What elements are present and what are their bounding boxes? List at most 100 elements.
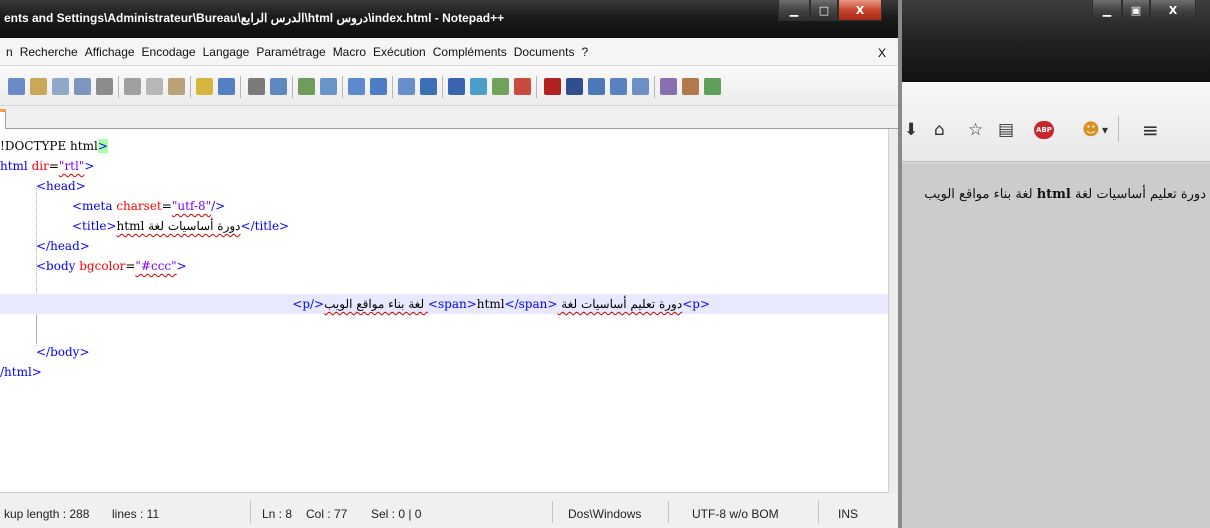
vertical-scrollbar[interactable] bbox=[888, 129, 898, 493]
toolbar-separator bbox=[118, 76, 119, 98]
toolbar-separator bbox=[190, 76, 191, 98]
paragraph-text-first: دورة تعليم أساسيات لغة bbox=[1070, 187, 1206, 202]
save-all-icon[interactable] bbox=[74, 78, 91, 95]
status-eol: Dos\Windows bbox=[568, 507, 642, 521]
meta-tag: <meta bbox=[72, 199, 113, 213]
word-wrap-icon[interactable] bbox=[398, 78, 415, 95]
cut-icon[interactable] bbox=[124, 78, 141, 95]
menu-item-3[interactable]: Encodage bbox=[142, 45, 196, 59]
paragraph-text-second: لغة بناء مواقع الويب bbox=[924, 187, 1037, 202]
tab-index-html[interactable] bbox=[0, 109, 6, 129]
spell-check-icon[interactable] bbox=[660, 78, 677, 95]
spell-options-icon[interactable] bbox=[682, 78, 699, 95]
stop-macro-icon[interactable] bbox=[566, 78, 583, 95]
menu-item-0[interactable]: n bbox=[6, 45, 13, 59]
run-macro-multiple-icon[interactable] bbox=[610, 78, 627, 95]
code-editor[interactable]: !DOCTYPE html> html dir="rtl"> <head> <m… bbox=[0, 129, 888, 493]
hamburger-menu-icon[interactable]: ≡ bbox=[1142, 120, 1159, 140]
menu-item-1[interactable]: Recherche bbox=[20, 45, 78, 59]
menu-item-7[interactable]: Exécution bbox=[373, 45, 426, 59]
document-map-icon[interactable] bbox=[470, 78, 487, 95]
status-line-number: Ln : 8 bbox=[262, 507, 293, 521]
charset-attribute: charset bbox=[112, 199, 162, 213]
zoom-in-icon[interactable] bbox=[298, 78, 315, 95]
body-close-tag: </body> bbox=[36, 345, 90, 359]
head-close-tag: </head> bbox=[36, 239, 90, 253]
title-close-tag: </title> bbox=[240, 219, 290, 233]
menu-item-10[interactable]: ? bbox=[581, 45, 588, 59]
dir-value: "rtl" bbox=[58, 159, 85, 173]
paste-icon[interactable] bbox=[168, 78, 185, 95]
save-icon[interactable] bbox=[52, 78, 69, 95]
code-line-3: <head> bbox=[0, 176, 888, 196]
menu-item-8[interactable]: Compléments bbox=[433, 45, 507, 59]
redo-icon[interactable] bbox=[218, 78, 235, 95]
adblock-icon[interactable]: ABP bbox=[1034, 121, 1054, 139]
record-macro-icon[interactable] bbox=[544, 78, 561, 95]
save-macro-icon[interactable] bbox=[632, 78, 649, 95]
firefox-window: ▁ ▣ X ⬇ ⌂ ☆ ▤ ABP ☻ ▾ ≡ دورة تعليم أساسي… bbox=[902, 0, 1210, 528]
notepad-window: ents and Settings\Administrateur\Bureau\… bbox=[0, 0, 898, 528]
reading-list-icon[interactable]: ▤ bbox=[998, 120, 1014, 140]
auto-spell-icon[interactable] bbox=[704, 78, 721, 95]
show-all-chars-icon[interactable] bbox=[420, 78, 437, 95]
download-icon[interactable]: ⬇ bbox=[904, 120, 918, 140]
chevron-down-icon[interactable]: ▾ bbox=[1102, 120, 1108, 140]
new-file-icon[interactable] bbox=[8, 78, 25, 95]
code-line-5: <title>دورة أساسيات لغة html</title> bbox=[0, 216, 888, 236]
status-separator bbox=[818, 501, 819, 523]
zoom-out-icon[interactable] bbox=[320, 78, 337, 95]
p-close-tag: </p> bbox=[292, 297, 325, 311]
tag-close: > bbox=[176, 259, 187, 273]
home-icon[interactable]: ⌂ bbox=[934, 120, 945, 140]
equals-sign: = bbox=[161, 199, 172, 213]
charset-value: "utf-8" bbox=[171, 199, 212, 213]
equals-sign: = bbox=[48, 159, 59, 173]
toolbar-separator bbox=[392, 76, 393, 98]
firefox-maximize-button[interactable]: ▣ bbox=[1122, 0, 1150, 21]
undo-icon[interactable] bbox=[196, 78, 213, 95]
menu-item-5[interactable]: Paramétrage bbox=[256, 45, 325, 59]
code-line-1: !DOCTYPE html> bbox=[0, 136, 888, 156]
firefox-close-button[interactable]: X bbox=[1150, 0, 1196, 21]
status-column: Col : 77 bbox=[306, 507, 348, 521]
close-button[interactable]: X bbox=[838, 0, 882, 21]
code-line-2: html dir="rtl"> bbox=[0, 156, 888, 176]
find-icon[interactable] bbox=[248, 78, 265, 95]
indent-guide-icon[interactable] bbox=[448, 78, 465, 95]
menu-item-9[interactable]: Documents bbox=[514, 45, 575, 59]
folder-workspace-icon[interactable] bbox=[514, 78, 531, 95]
function-list-icon[interactable] bbox=[492, 78, 509, 95]
menu-item-2[interactable]: Affichage bbox=[85, 45, 135, 59]
replace-icon[interactable] bbox=[270, 78, 287, 95]
print-icon[interactable] bbox=[96, 78, 113, 95]
paragraph-span-html: html bbox=[1036, 187, 1071, 202]
copy-icon[interactable] bbox=[146, 78, 163, 95]
close-document-button[interactable]: X bbox=[878, 46, 886, 60]
toolbar bbox=[0, 66, 898, 106]
status-selection: Sel : 0 | 0 bbox=[371, 507, 422, 521]
p-open-tag: <p> bbox=[682, 297, 710, 311]
dir-attribute: dir bbox=[27, 159, 49, 173]
status-separator bbox=[552, 501, 553, 523]
menu-item-6[interactable]: Macro bbox=[333, 45, 366, 59]
sync-horizontal-icon[interactable] bbox=[370, 78, 387, 95]
play-macro-icon[interactable] bbox=[588, 78, 605, 95]
window-title: ents and Settings\Administrateur\Bureau\… bbox=[4, 11, 505, 25]
status-insert-mode: INS bbox=[838, 507, 859, 521]
minimize-button[interactable]: ▁ bbox=[778, 0, 810, 21]
greasemonkey-icon[interactable]: ☻ bbox=[1082, 120, 1100, 140]
sync-vertical-icon[interactable] bbox=[348, 78, 365, 95]
tag-close: /> bbox=[211, 199, 226, 213]
html-tag: html bbox=[0, 159, 28, 173]
maximize-button[interactable]: □ bbox=[810, 0, 838, 21]
bgcolor-value: "#ccc" bbox=[135, 259, 177, 273]
open-file-icon[interactable] bbox=[30, 78, 47, 95]
bookmark-star-icon[interactable]: ☆ bbox=[968, 120, 983, 140]
menu-item-4[interactable]: Langage bbox=[203, 45, 250, 59]
notepad-titlebar: ents and Settings\Administrateur\Bureau\… bbox=[0, 0, 898, 38]
firefox-minimize-button[interactable]: ▁ bbox=[1092, 0, 1122, 21]
title-open-tag: <title> bbox=[72, 219, 117, 233]
toolbar-separator bbox=[292, 76, 293, 98]
code-line-6: </head> bbox=[0, 236, 888, 256]
